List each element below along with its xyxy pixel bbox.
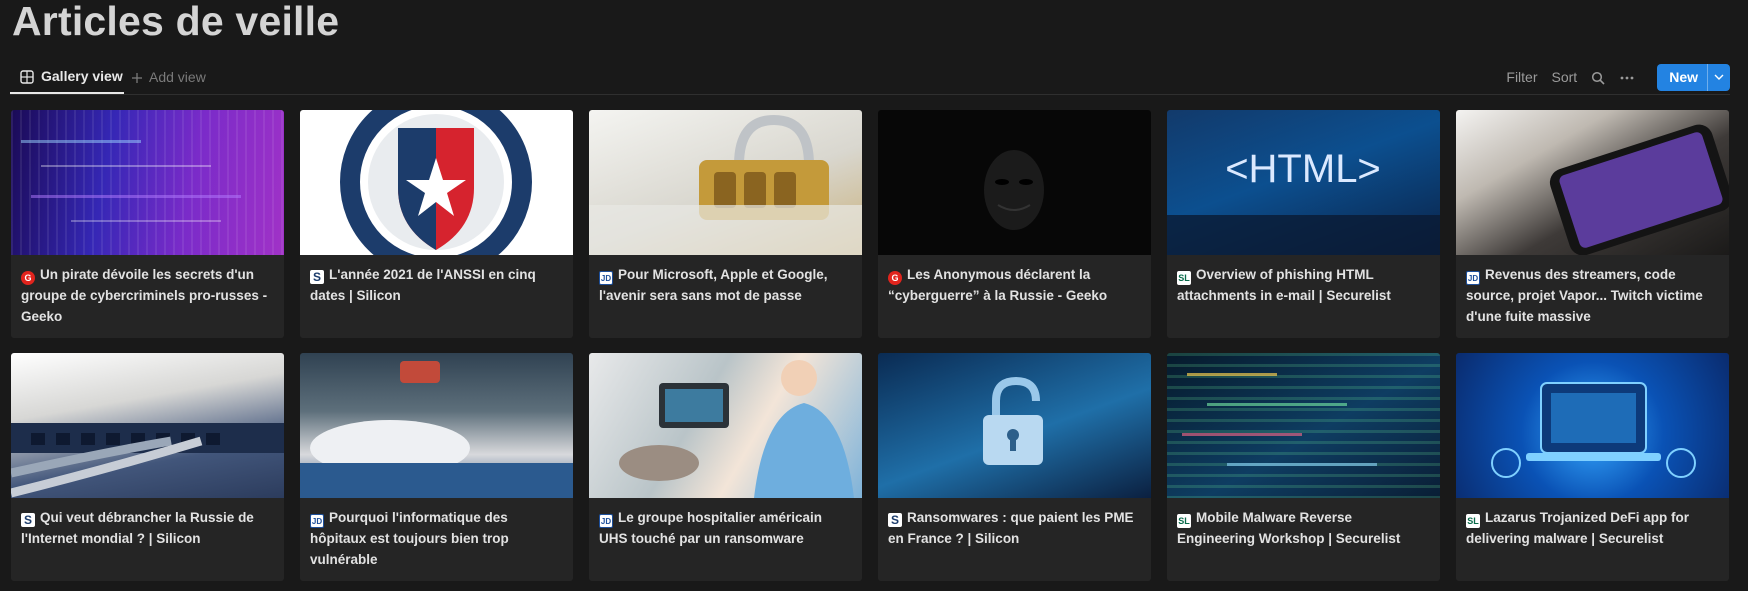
card-title: JD Le groupe hospitalier américain UHS to… [599, 510, 823, 546]
gallery-card[interactable]: JD Pourquoi l'informatique des hôpitaux e… [300, 353, 573, 581]
sort-button[interactable]: Sort [1552, 69, 1578, 85]
card-title: S Qui veut débrancher la Russie de l'Inte… [21, 510, 254, 546]
jdn-favicon-icon: JD [310, 514, 324, 528]
gallery-card[interactable]: G Un pirate dévoile les secrets d'un grou… [11, 110, 284, 338]
card-title: SL Lazarus Trojanized DeFi app for delive… [1466, 510, 1690, 546]
gallery-card[interactable]: JD Revenus des streamers, code source, pr… [1456, 110, 1729, 338]
add-view-button[interactable]: Add view [131, 60, 206, 94]
silicon-favicon-icon: S [21, 513, 35, 527]
gallery-card[interactable]: SL Lazarus Trojanized DeFi app for delive… [1456, 353, 1729, 581]
tab-label: Gallery view [41, 68, 123, 84]
card-cover-image: <HTML> [1167, 110, 1440, 255]
gallery-card[interactable]: JD Pour Microsoft, Apple et Google, l'ave… [589, 110, 862, 338]
securelist-favicon-icon: SL [1177, 514, 1191, 528]
card-title: G Un pirate dévoile les secrets d'un grou… [21, 267, 268, 324]
card-title: G Les Anonymous déclarent la “cyberguerre… [888, 267, 1108, 303]
card-cover-image [1456, 353, 1729, 498]
card-title: JD Pour Microsoft, Apple et Google, l'ave… [599, 267, 828, 303]
view-actions: Filter Sort New [1506, 60, 1730, 94]
chevron-down-icon[interactable] [1707, 63, 1730, 91]
search-icon[interactable] [1591, 69, 1605, 85]
svg-text:<HTML>: <HTML> [1225, 147, 1381, 191]
card-cover-image [300, 353, 573, 498]
card-cover-image [1167, 353, 1440, 498]
filter-button[interactable]: Filter [1506, 69, 1537, 85]
view-toolbar: Gallery view Add view Filter Sort New [10, 60, 1730, 95]
page-title: Articles de veille [12, 0, 340, 44]
card-cover-image [11, 353, 284, 498]
jdn-favicon-icon: JD [1466, 271, 1480, 285]
plus-icon [131, 69, 143, 85]
add-view-label: Add view [149, 69, 206, 85]
gallery-card[interactable]: S Qui veut débrancher la Russie de l'Inte… [11, 353, 284, 581]
securelist-favicon-icon: SL [1177, 271, 1191, 285]
gallery-card[interactable]: S Ransomwares : que paient les PME en Fra… [878, 353, 1151, 581]
silicon-favicon-icon: S [888, 513, 902, 527]
gallery-card[interactable]: S L'année 2021 de l'ANSSI en cinq dates |… [300, 110, 573, 338]
card-title: S L'année 2021 de l'ANSSI en cinq dates |… [310, 267, 536, 303]
gallery-card[interactable]: G Les Anonymous déclarent la “cyberguerre… [878, 110, 1151, 338]
grid-icon [20, 68, 34, 84]
card-title: SL Mobile Malware Reverse Engineering Wor… [1177, 510, 1401, 546]
gallery-card[interactable]: JD Le groupe hospitalier américain UHS to… [589, 353, 862, 581]
card-cover-image [589, 353, 862, 498]
gallery-card[interactable]: <HTML> SL Overview of phishing HTML attac… [1167, 110, 1440, 338]
jdn-favicon-icon: JD [599, 514, 613, 528]
gallery-card[interactable]: SL Mobile Malware Reverse Engineering Wor… [1167, 353, 1440, 581]
card-title: JD Pourquoi l'informatique des hôpitaux e… [310, 510, 509, 567]
card-title: JD Revenus des streamers, code source, pr… [1466, 267, 1703, 324]
card-cover-image [11, 110, 284, 255]
gallery-grid: G Un pirate dévoile les secrets d'un grou… [11, 110, 1729, 581]
geeko-favicon-icon: G [21, 271, 35, 285]
card-cover-image [1456, 110, 1729, 255]
geeko-favicon-icon: G [888, 271, 902, 285]
ellipsis-icon[interactable] [1619, 69, 1635, 85]
new-button[interactable]: New [1657, 63, 1730, 91]
tab-gallery-view[interactable]: Gallery view [10, 60, 124, 94]
silicon-favicon-icon: S [310, 270, 324, 284]
card-cover-image [589, 110, 862, 255]
card-title: S Ransomwares : que paient les PME en Fra… [888, 510, 1134, 546]
card-title: SL Overview of phishing HTML attachments … [1177, 267, 1391, 303]
new-button-label: New [1669, 69, 1698, 85]
card-cover-image [300, 110, 573, 255]
card-cover-image [878, 110, 1151, 255]
jdn-favicon-icon: JD [599, 271, 613, 285]
securelist-favicon-icon: SL [1466, 514, 1480, 528]
card-cover-image [878, 353, 1151, 498]
